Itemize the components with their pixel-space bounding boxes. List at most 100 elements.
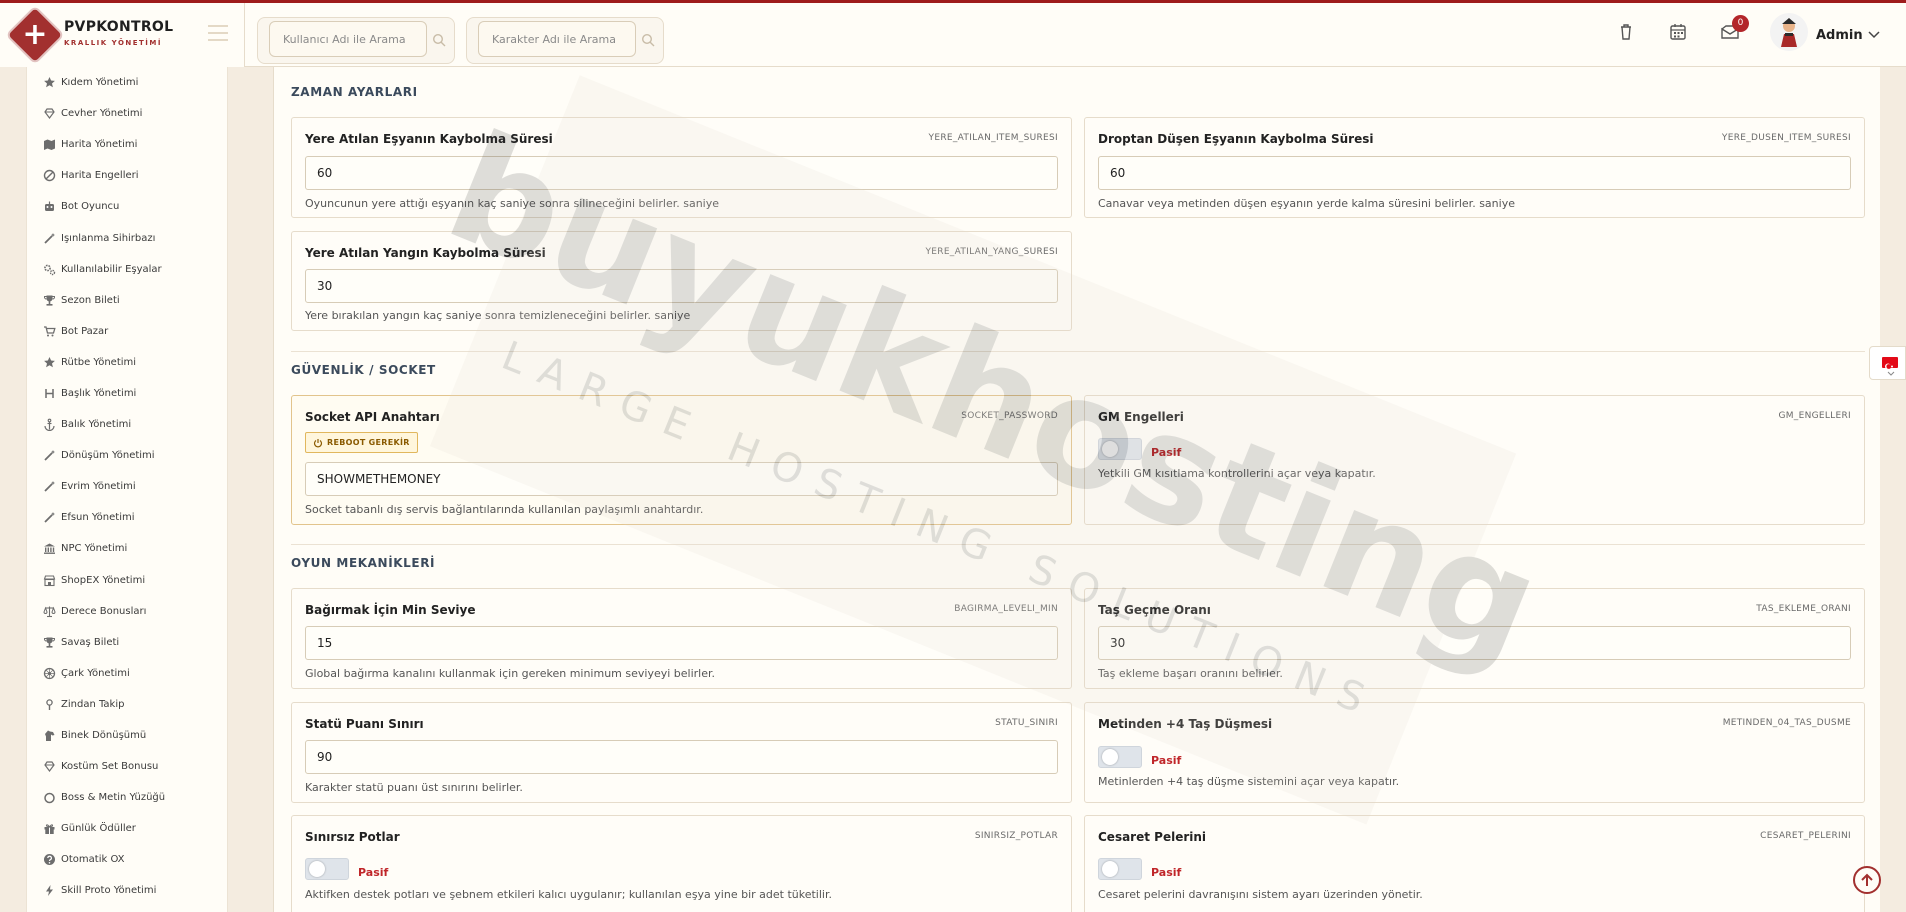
setting-label: Yere Atılan Eşyanın Kaybolma Süresi — [305, 132, 553, 146]
section-title-time: ZAMAN AYARLARI — [291, 85, 418, 99]
setting-card-socket-password: Socket API Anahtarı SOCKET_PASSWORD REBO… — [291, 395, 1072, 525]
setting-label: Cesaret Pelerini — [1098, 830, 1207, 844]
toggle-switch[interactable] — [1098, 858, 1142, 880]
search-icon[interactable] — [641, 33, 655, 47]
sidebar-item-otomatik-ox[interactable]: Otomatik OX — [27, 844, 227, 875]
calendar-icon[interactable] — [1665, 19, 1691, 45]
sidebar-item-baslik-yonetimi[interactable]: Başlık Yönetimi — [27, 378, 227, 409]
sidebar-item-donusum-yonetimi[interactable]: Dönüşüm Yönetimi — [27, 440, 227, 471]
setting-description: Socket tabanlı dış servis bağlantılarınd… — [305, 503, 704, 516]
setting-input[interactable] — [305, 269, 1058, 303]
setting-description: Canavar veya metinden düşen eşyanın yerd… — [1098, 197, 1515, 210]
setting-key: STATU_SINIRI — [995, 718, 1058, 728]
language-selector[interactable] — [1869, 346, 1906, 380]
sidebar-item-kostum-set-bonusu[interactable]: Kostüm Set Bonusu — [27, 751, 227, 782]
toggle-state: Pasif — [1151, 754, 1182, 767]
section-divider — [291, 351, 1865, 352]
sidebar-item-cark-yonetimi[interactable]: Çark Yönetimi — [27, 658, 227, 689]
sidebar-item-isinlanma-sihirbazi[interactable]: Işınlanma Sihirbazı — [27, 222, 227, 253]
brand[interactable]: + PVPKONTROL KRALLIK YÖNETİMİ — [0, 3, 245, 67]
setting-input[interactable] — [1098, 156, 1851, 190]
user-search-box — [257, 17, 455, 64]
chevron-down-icon — [1887, 371, 1895, 376]
setting-input[interactable] — [305, 740, 1058, 774]
sidebar-item-label: Evrim Yönetimi — [61, 481, 136, 493]
sidebar-item-binek-donusumu[interactable]: Binek Dönüşümü — [27, 720, 227, 751]
sidebar-item-label: Işınlanma Sihirbazı — [61, 232, 156, 244]
setting-label: Taş Geçme Oranı — [1098, 603, 1211, 617]
sidebar-item-label: Cevher Yönetimi — [61, 108, 143, 120]
sidebar-item-label: Harita Engelleri — [61, 170, 139, 182]
gift-icon — [43, 822, 56, 835]
sidebar-item-kidem-yonetimi[interactable]: Kıdem Yönetimi — [27, 67, 227, 98]
scroll-to-top-button[interactable] — [1853, 866, 1881, 894]
character-search-input[interactable] — [478, 21, 636, 57]
sidebar-item-kullanilabilir-esyalar[interactable]: Kullanılabilir Eşyalar — [27, 254, 227, 285]
wheel-icon — [43, 667, 56, 680]
sidebar-item-cevher-yonetimi[interactable]: Cevher Yönetimi — [27, 98, 227, 129]
setting-input[interactable] — [305, 626, 1058, 660]
bolt-icon — [43, 884, 56, 897]
setting-key: GM_ENGELLERI — [1778, 411, 1851, 421]
sidebar-item-bot-oyuncu[interactable]: Bot Oyuncu — [27, 191, 227, 222]
sidebar-item-rutbe-yonetimi[interactable]: Rütbe Yönetimi — [27, 347, 227, 378]
setting-description: Yetkili GM kısıtlama kontrollerini açar … — [1098, 467, 1376, 480]
toggle-switch[interactable] — [1098, 746, 1142, 768]
menu-toggle-icon[interactable] — [208, 25, 228, 41]
sidebar-item-boss-metin-yuzugu[interactable]: Boss & Metin Yüzüğü — [27, 782, 227, 813]
trophy-icon — [43, 294, 56, 307]
ban-icon — [43, 169, 56, 182]
setting-description: Taş ekleme başarı oranını belirler. — [1098, 667, 1283, 680]
robot-icon — [43, 200, 56, 213]
trash-icon[interactable] — [1613, 19, 1639, 45]
sidebar-item-harita-engelleri[interactable]: Harita Engelleri — [27, 160, 227, 191]
section-title-mechanics: OYUN MEKANİKLERİ — [291, 556, 436, 570]
sidebar-item-label: Bot Pazar — [61, 325, 109, 337]
sidebar-item-zindan-takip[interactable]: Zindan Takip — [27, 689, 227, 720]
sidebar-item-derece-bonuslari[interactable]: Derece Bonusları — [27, 596, 227, 627]
ring-icon — [43, 791, 56, 804]
setting-card-unlimited-potions: Sınırsız Potlar SINIRSIZ_POTLAR Pasif Ak… — [291, 815, 1072, 912]
setting-key: TAS_EKLEME_ORANI — [1756, 604, 1851, 614]
user-search-input[interactable] — [269, 21, 427, 57]
admin-name[interactable]: Admin — [1816, 28, 1863, 43]
search-icon[interactable] — [432, 33, 446, 47]
setting-card-gm-restrictions: GM Engelleri GM_ENGELLERI Pasif Yetkili … — [1084, 395, 1865, 525]
sidebar-item-label: Derece Bonusları — [61, 605, 147, 617]
sidebar-item-label: Çark Yönetimi — [61, 667, 130, 679]
store-icon — [43, 574, 56, 587]
sidebar-item-gunluk-oduller[interactable]: Günlük Ödüller — [27, 813, 227, 844]
sidebar-item-efsun-yonetimi[interactable]: Efsun Yönetimi — [27, 502, 227, 533]
avatar[interactable] — [1770, 13, 1808, 51]
horse-icon — [43, 729, 56, 742]
toggle-switch[interactable] — [1098, 438, 1142, 460]
sidebar-item-evrim-yonetimi[interactable]: Evrim Yönetimi — [27, 471, 227, 502]
sidebar-item-skill-proto-yonetimi[interactable]: Skill Proto Yönetimi — [27, 875, 227, 906]
reboot-required-badge: REBOOT GEREKİR — [305, 432, 418, 453]
setting-description: Metinlerden +4 taş düşme sistemini açar … — [1098, 775, 1400, 788]
toggle-state: Pasif — [358, 866, 389, 879]
sidebar-item-label: Kullanılabilir Eşyalar — [61, 263, 162, 275]
sidebar-item-savas-bileti[interactable]: Savaş Bileti — [27, 627, 227, 658]
setting-input[interactable] — [1098, 626, 1851, 660]
sidebar-item-npc-yonetimi[interactable]: NPC Yönetimi — [27, 533, 227, 564]
sidebar-item-bot-pazar[interactable]: Bot Pazar — [27, 316, 227, 347]
setting-input[interactable] — [305, 462, 1058, 496]
sidebar-item-balik-yonetimi[interactable]: Balık Yönetimi — [27, 409, 227, 440]
setting-card-courage-cape: Cesaret Pelerini CESARET_PELERINI Pasif … — [1084, 815, 1865, 912]
setting-input[interactable] — [305, 156, 1058, 190]
gears-icon — [43, 263, 56, 276]
sidebar-item-harita-yonetimi[interactable]: Harita Yönetimi — [27, 129, 227, 160]
chevron-down-icon[interactable] — [1868, 31, 1880, 39]
setting-label: Sınırsız Potlar — [305, 830, 400, 844]
toggle-switch[interactable] — [305, 858, 349, 880]
setting-description: Karakter statü puanı üst sınırını belirl… — [305, 781, 523, 794]
setting-label: Socket API Anahtarı — [305, 410, 440, 424]
question-icon — [43, 853, 56, 866]
sidebar-item-shopex-yonetimi[interactable]: ShopEX Yönetimi — [27, 565, 227, 596]
setting-label: Bağırmak İçin Min Seviye — [305, 603, 476, 617]
arrow-up-icon — [1861, 873, 1873, 886]
sidebar-item-label: Harita Yönetimi — [61, 139, 138, 151]
sidebar-item-sezon-bileti[interactable]: Sezon Bileti — [27, 285, 227, 316]
sidebar-item-label: Skill Proto Yönetimi — [61, 885, 157, 897]
